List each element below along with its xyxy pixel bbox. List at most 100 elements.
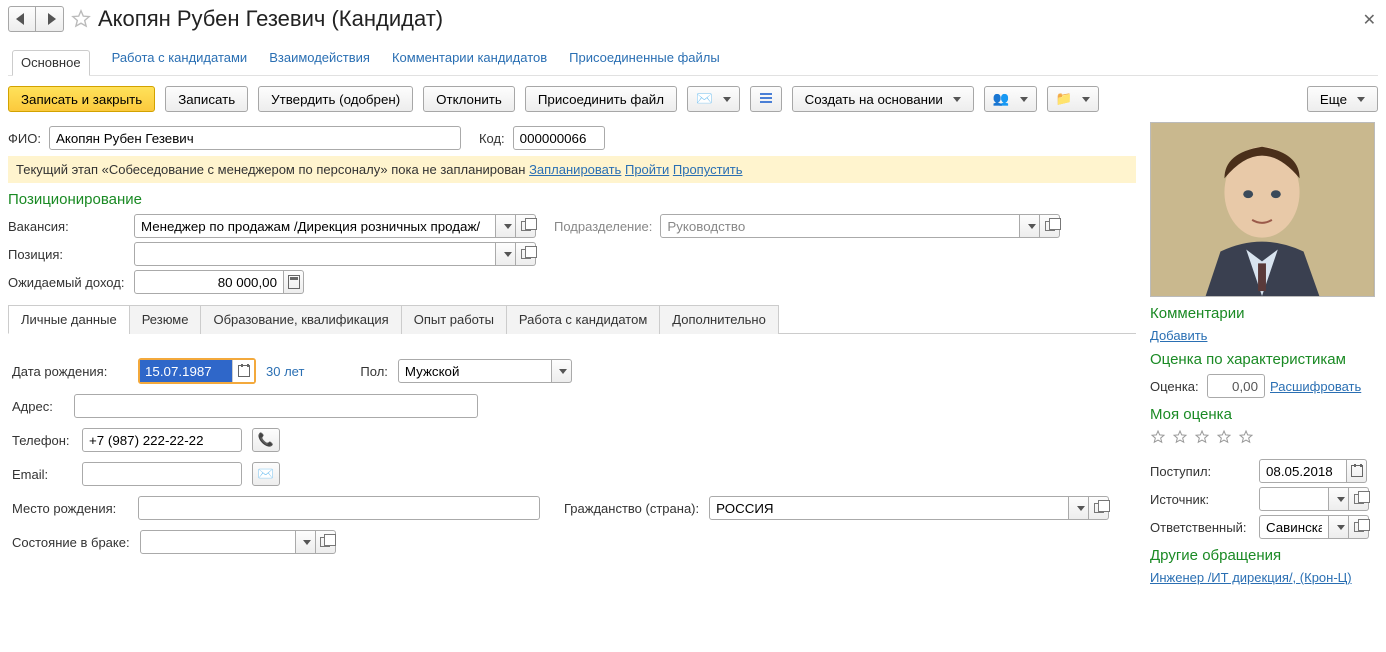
folder-dropdown-button[interactable]: 📁 bbox=[1047, 86, 1100, 112]
approve-button[interactable]: Утвердить (одобрен) bbox=[258, 86, 413, 112]
marital-label: Состояние в браке: bbox=[12, 535, 130, 550]
stage-notice: Текущий этап «Собеседование с менеджером… bbox=[8, 156, 1136, 183]
menu-tab-comments[interactable]: Комментарии кандидатов bbox=[392, 50, 547, 65]
candidate-photo bbox=[1150, 122, 1375, 297]
source-input[interactable] bbox=[1259, 487, 1329, 511]
star-icon[interactable] bbox=[1238, 429, 1254, 445]
star-icon[interactable] bbox=[1172, 429, 1188, 445]
responsible-dropdown-icon[interactable] bbox=[1329, 515, 1349, 539]
responsible-open-icon[interactable] bbox=[1349, 515, 1369, 539]
fio-input[interactable] bbox=[49, 126, 461, 150]
citizenship-dropdown-icon[interactable] bbox=[1069, 496, 1089, 520]
other-title: Другие обращения bbox=[1150, 547, 1378, 564]
birth-date-input[interactable] bbox=[140, 360, 232, 382]
citizenship-input[interactable] bbox=[709, 496, 1069, 520]
phone-label: Телефон: bbox=[12, 433, 72, 448]
department-open-icon[interactable] bbox=[1040, 214, 1060, 238]
phone-input[interactable] bbox=[82, 428, 242, 452]
rating-stars[interactable] bbox=[1150, 429, 1378, 445]
pass-link[interactable]: Пройти bbox=[625, 162, 669, 177]
citizenship-label: Гражданство (страна): bbox=[564, 501, 699, 516]
comments-title: Комментарии bbox=[1150, 305, 1378, 322]
department-dropdown-icon[interactable] bbox=[1020, 214, 1040, 238]
tab-personal[interactable]: Личные данные bbox=[8, 305, 130, 334]
gender-dropdown-icon[interactable] bbox=[552, 359, 572, 383]
gender-label: Пол: bbox=[360, 364, 388, 379]
other-link[interactable]: Инженер /ИТ дирекция/, (Крон-Ц) bbox=[1150, 570, 1352, 585]
marital-open-icon[interactable] bbox=[316, 530, 336, 554]
rating-label: Оценка: bbox=[1150, 379, 1202, 394]
positioning-title: Позиционирование bbox=[8, 191, 1136, 208]
code-label: Код: bbox=[479, 131, 505, 146]
add-comment-link[interactable]: Добавить bbox=[1150, 328, 1207, 343]
gender-input[interactable] bbox=[398, 359, 552, 383]
position-label: Позиция: bbox=[8, 247, 126, 262]
phone-icon: 📞 bbox=[258, 432, 274, 448]
vacancy-open-icon[interactable] bbox=[516, 214, 536, 238]
tab-extra[interactable]: Дополнительно bbox=[659, 305, 779, 334]
marital-input[interactable] bbox=[140, 530, 296, 554]
tab-work-with[interactable]: Работа с кандидатом bbox=[506, 305, 660, 334]
received-input[interactable] bbox=[1259, 459, 1347, 483]
citizenship-open-icon[interactable] bbox=[1089, 496, 1109, 520]
birth-label: Дата рождения: bbox=[12, 364, 128, 379]
mail-icon: ✉️ bbox=[258, 466, 274, 482]
vacancy-label: Вакансия: bbox=[8, 219, 126, 234]
received-calendar-icon[interactable] bbox=[1347, 459, 1367, 483]
age-text: 30 лет bbox=[266, 364, 304, 379]
nav-back-button[interactable] bbox=[8, 6, 36, 32]
list-button[interactable] bbox=[750, 86, 782, 112]
birthplace-input[interactable] bbox=[138, 496, 540, 520]
tab-experience[interactable]: Опыт работы bbox=[401, 305, 507, 334]
address-label: Адрес: bbox=[12, 399, 64, 414]
responsible-input[interactable] bbox=[1259, 515, 1329, 539]
department-label: Подразделение: bbox=[554, 219, 652, 234]
tab-resume[interactable]: Резюме bbox=[129, 305, 202, 334]
menu-tab-work[interactable]: Работа с кандидатами bbox=[112, 50, 248, 65]
favorite-star-icon[interactable] bbox=[70, 8, 92, 30]
source-open-icon[interactable] bbox=[1349, 487, 1369, 511]
people-icon: 👥 bbox=[993, 91, 1010, 107]
page-title: Акопян Рубен Гезевич (Кандидат) bbox=[98, 6, 443, 32]
fio-label: ФИО: bbox=[8, 131, 41, 146]
position-input[interactable] bbox=[134, 242, 496, 266]
source-dropdown-icon[interactable] bbox=[1329, 487, 1349, 511]
income-input[interactable] bbox=[134, 270, 284, 294]
nav-forward-button[interactable] bbox=[36, 6, 64, 32]
address-input[interactable] bbox=[74, 394, 478, 418]
call-button[interactable]: 📞 bbox=[252, 428, 280, 452]
calendar-icon[interactable] bbox=[232, 360, 254, 382]
star-icon[interactable] bbox=[1150, 429, 1166, 445]
save-button[interactable]: Записать bbox=[165, 86, 248, 112]
send-mail-button[interactable]: ✉️ bbox=[252, 462, 280, 486]
vacancy-input[interactable] bbox=[134, 214, 496, 238]
mail-dropdown-button[interactable]: ✉️ bbox=[687, 86, 740, 112]
create-basis-button[interactable]: Создать на основании bbox=[792, 86, 974, 112]
decode-link[interactable]: Расшифровать bbox=[1270, 379, 1361, 394]
menu-tab-main[interactable]: Основное bbox=[12, 50, 90, 76]
menu-tab-interact[interactable]: Взаимодействия bbox=[269, 50, 370, 65]
position-open-icon[interactable] bbox=[516, 242, 536, 266]
more-button[interactable]: Еще bbox=[1307, 86, 1378, 112]
email-input[interactable] bbox=[82, 462, 242, 486]
people-dropdown-button[interactable]: 👥 bbox=[984, 86, 1037, 112]
email-label: Email: bbox=[12, 467, 72, 482]
mail-icon: ✉️ bbox=[696, 91, 713, 107]
received-label: Поступил: bbox=[1150, 464, 1254, 479]
income-calc-icon[interactable] bbox=[284, 270, 304, 294]
star-icon[interactable] bbox=[1194, 429, 1210, 445]
position-dropdown-icon[interactable] bbox=[496, 242, 516, 266]
code-input[interactable] bbox=[513, 126, 605, 150]
vacancy-dropdown-icon[interactable] bbox=[496, 214, 516, 238]
skip-link[interactable]: Пропустить bbox=[673, 162, 743, 177]
attach-file-button[interactable]: Присоединить файл bbox=[525, 86, 677, 112]
star-icon[interactable] bbox=[1216, 429, 1232, 445]
marital-dropdown-icon[interactable] bbox=[296, 530, 316, 554]
plan-link[interactable]: Запланировать bbox=[529, 162, 621, 177]
birth-date-field[interactable] bbox=[138, 358, 256, 384]
menu-tab-files[interactable]: Присоединенные файлы bbox=[569, 50, 720, 65]
save-close-button[interactable]: Записать и закрыть bbox=[8, 86, 155, 112]
close-icon[interactable]: ✕ bbox=[1363, 10, 1376, 30]
tab-education[interactable]: Образование, квалификация bbox=[200, 305, 401, 334]
reject-button[interactable]: Отклонить bbox=[423, 86, 515, 112]
